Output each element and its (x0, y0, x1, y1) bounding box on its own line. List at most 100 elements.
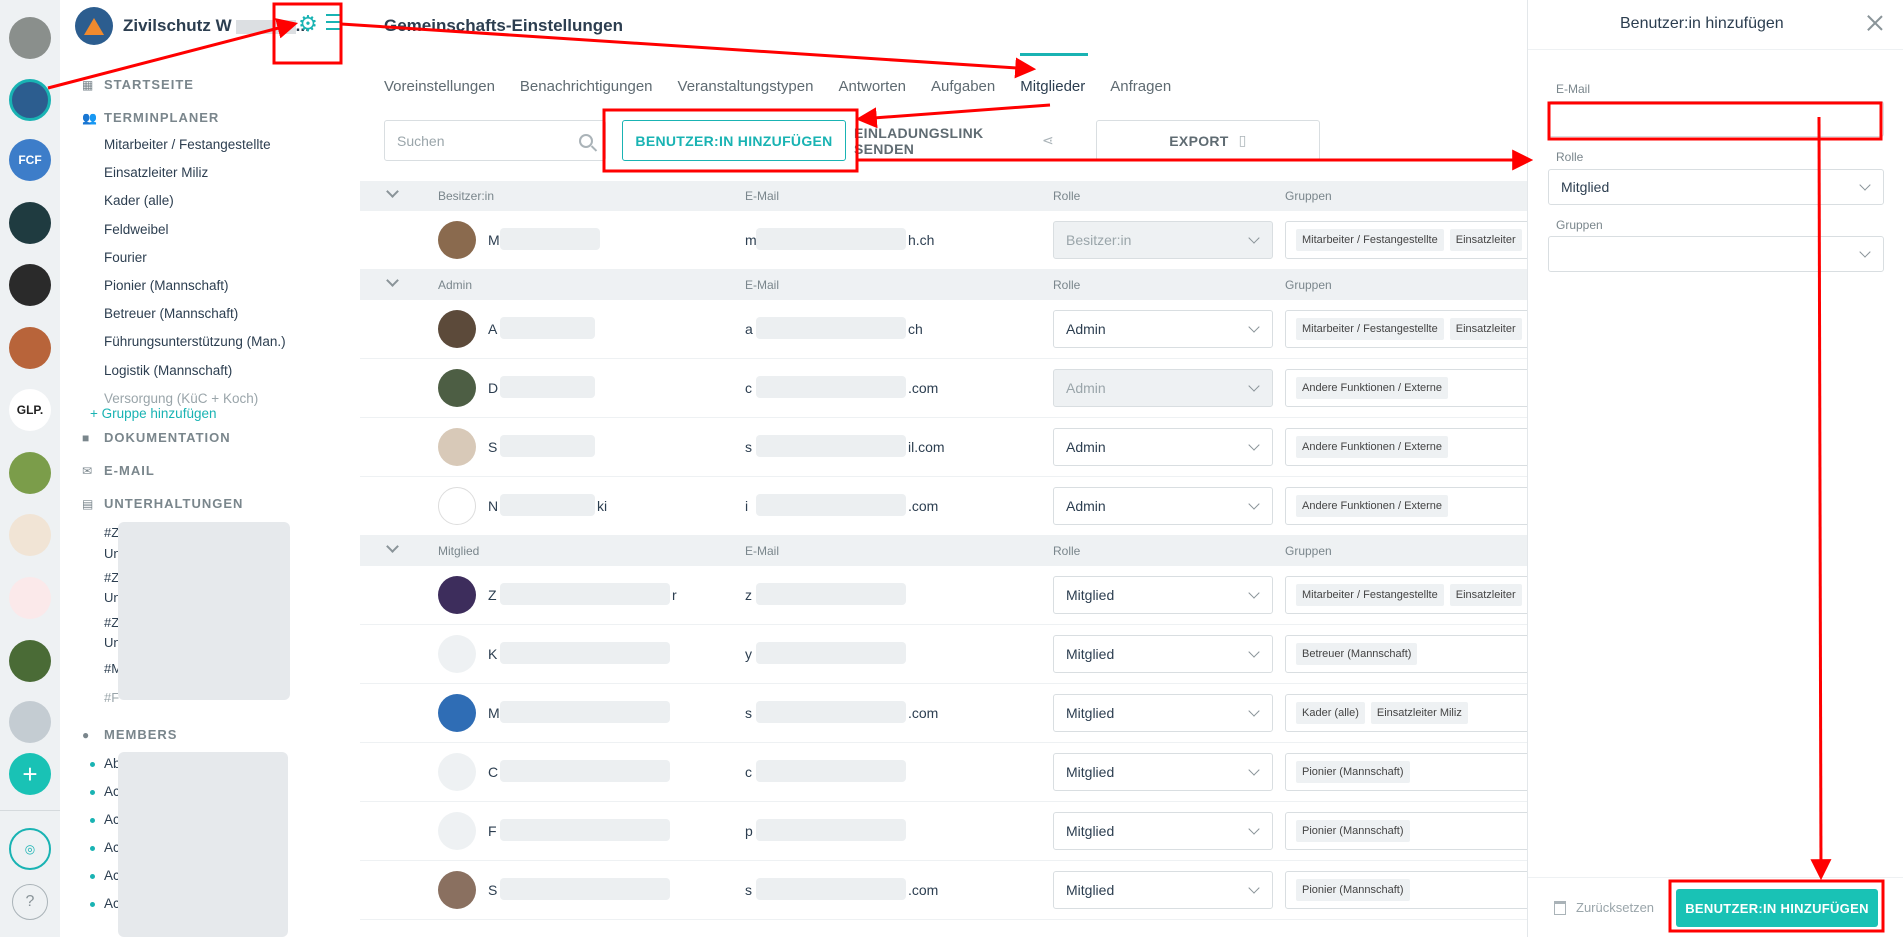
email-field[interactable] (1548, 101, 1884, 137)
planner-group-item[interactable]: Fourier (104, 250, 147, 265)
member-name[interactable]: C (488, 764, 498, 780)
tab-benachrichtigungen[interactable]: Benachrichtigungen (520, 78, 653, 101)
community-avatar-10[interactable] (9, 640, 51, 682)
planner-group-item[interactable]: Logistik (Mannschaft) (104, 363, 232, 378)
avatar[interactable] (438, 871, 476, 909)
chat-item[interactable]: #Z (104, 615, 119, 630)
add-user-button[interactable]: BENUTZER:IN HINZUFÜGEN (622, 120, 846, 161)
planner-group-item[interactable]: Versorgung (KüC + Koch) (104, 391, 258, 406)
role-select[interactable]: Mitglied (1053, 753, 1273, 791)
avatar[interactable] (438, 812, 476, 850)
gear-icon[interactable]: ⚙ (296, 12, 320, 36)
avatar[interactable] (438, 221, 476, 259)
tab-anfragen[interactable]: Anfragen (1110, 78, 1171, 101)
groups-select[interactable]: Mitarbeiter / Festangestellte Einsatzleit… (1285, 576, 1527, 614)
role-select[interactable]: Mitglied (1053, 576, 1273, 614)
avatar[interactable] (438, 487, 476, 525)
member-name[interactable]: Z (488, 587, 497, 603)
group-header[interactable]: Admin E-Mail Rolle Gruppen (360, 270, 1527, 300)
planner-group-item[interactable]: Feldweibel (104, 222, 169, 237)
community-avatar-8[interactable] (9, 514, 51, 556)
nav-section-members[interactable]: ● MEMBERS (82, 727, 177, 742)
groups-select[interactable]: Pionier (Mannschaft) (1285, 753, 1527, 791)
help-button[interactable]: ? (12, 884, 48, 920)
groups-select[interactable]: Andere Funktionen / Externe (1285, 369, 1527, 407)
groups-select[interactable]: Andere Funktionen / Externe (1285, 487, 1527, 525)
reset-button[interactable]: Zurücksetzen (1554, 900, 1654, 915)
avatar[interactable] (438, 576, 476, 614)
group-header[interactable]: Besitzer:in E-Mail Rolle Gruppen (360, 181, 1527, 211)
planner-group-item[interactable]: Führungsunterstützung (Man.) (104, 334, 286, 349)
role-select[interactable]: Admin (1053, 487, 1273, 525)
export-button[interactable]: EXPORT ▯ (1096, 120, 1320, 161)
role-select[interactable]: Mitglied (1053, 694, 1273, 732)
community-avatar-2[interactable]: FCF (9, 139, 51, 181)
planner-group-item[interactable]: Mitarbeiter / Festangestellte (104, 137, 271, 152)
groups-select[interactable]: Mitarbeiter / Festangestellte Einsatzleit… (1285, 221, 1527, 259)
tab-voreinstellungen[interactable]: Voreinstellungen (384, 78, 495, 101)
planner-group-item[interactable]: Kader (alle) (104, 193, 174, 208)
invite-link-button[interactable]: EINLADUNGSLINK SENDEN ⋖ (854, 120, 1054, 161)
community-avatar-0[interactable] (9, 17, 51, 59)
close-icon[interactable] (1866, 14, 1884, 32)
member-name[interactable]: M (488, 705, 500, 721)
member-name[interactable]: M (488, 232, 500, 248)
planner-group-item[interactable]: Betreuer (Mannschaft) (104, 306, 238, 321)
search-icon[interactable] (579, 133, 593, 148)
group-header[interactable]: Mitglied E-Mail Rolle Gruppen (360, 536, 1527, 566)
avatar[interactable] (438, 635, 476, 673)
role-select[interactable]: Mitglied (1053, 871, 1273, 909)
nav-section-chats[interactable]: ▤ UNTERHALTUNGEN (82, 496, 243, 511)
member-name[interactable]: N (488, 498, 498, 514)
groups-select[interactable]: Kader (alle) Einsatzleiter Miliz (1285, 694, 1527, 732)
member-name[interactable]: K (488, 646, 497, 662)
role-select[interactable]: Mitglied (1548, 169, 1884, 205)
role-select[interactable]: Mitglied (1053, 635, 1273, 673)
community-avatar-9[interactable] (9, 577, 51, 619)
groups-select[interactable]: Pionier (Mannschaft) (1285, 812, 1527, 850)
member-name[interactable]: F (488, 823, 497, 839)
chevron-down-icon[interactable] (386, 274, 399, 287)
member-name[interactable]: A (488, 321, 497, 337)
role-select[interactable]: Mitglied (1053, 812, 1273, 850)
chevron-down-icon[interactable] (386, 540, 399, 553)
member-name[interactable]: D (488, 380, 498, 396)
chat-item[interactable]: #Z (104, 525, 119, 540)
chat-item[interactable]: #F (104, 690, 119, 705)
groups-select[interactable]: Pionier (Mannschaft) (1285, 871, 1527, 909)
member-name[interactable]: S (488, 439, 497, 455)
role-select[interactable]: Admin (1053, 428, 1273, 466)
avatar[interactable] (438, 310, 476, 348)
search-input[interactable] (397, 132, 557, 149)
chat-item[interactable]: #Z (104, 570, 119, 585)
community-avatar-6[interactable]: GLP. (9, 389, 51, 431)
planner-group-item[interactable]: Einsatzleiter Miliz (104, 165, 208, 180)
community-avatar-1[interactable] (9, 79, 51, 121)
nav-section-planner[interactable]: 👥 TERMINPLANER (82, 110, 219, 125)
groups-select[interactable] (1548, 236, 1884, 272)
add-group-link[interactable]: + Gruppe hinzufügen (90, 406, 216, 421)
avatar[interactable] (438, 369, 476, 407)
groups-select[interactable]: Mitarbeiter / Festangestellte Einsatzleit… (1285, 310, 1527, 348)
tab-mitglieder[interactable]: Mitglieder (1020, 53, 1089, 101)
add-community-button[interactable]: + (9, 753, 51, 795)
groups-select[interactable]: Andere Funktionen / Externe (1285, 428, 1527, 466)
role-select[interactable]: Admin (1053, 310, 1273, 348)
chevron-down-icon[interactable] (386, 185, 399, 198)
groups-select[interactable]: Betreuer (Mannschaft) (1285, 635, 1527, 673)
community-avatar-7[interactable] (9, 452, 51, 494)
email-input[interactable] (1561, 111, 1871, 127)
search-box[interactable] (384, 120, 606, 161)
menu-icon[interactable] (326, 14, 340, 32)
tab-veranstaltungstypen[interactable]: Veranstaltungstypen (678, 78, 814, 101)
community-avatar-3[interactable] (9, 202, 51, 244)
tab-antworten[interactable]: Antworten (838, 78, 906, 101)
member-name[interactable]: S (488, 882, 497, 898)
community-avatar-5[interactable] (9, 327, 51, 369)
tab-aufgaben[interactable]: Aufgaben (931, 78, 995, 101)
target-icon[interactable]: ◎ (9, 828, 51, 870)
avatar[interactable] (438, 428, 476, 466)
community-avatar-11[interactable] (9, 701, 51, 743)
nav-section-docs[interactable]: ■ DOKUMENTATION (82, 430, 231, 445)
avatar[interactable] (438, 753, 476, 791)
